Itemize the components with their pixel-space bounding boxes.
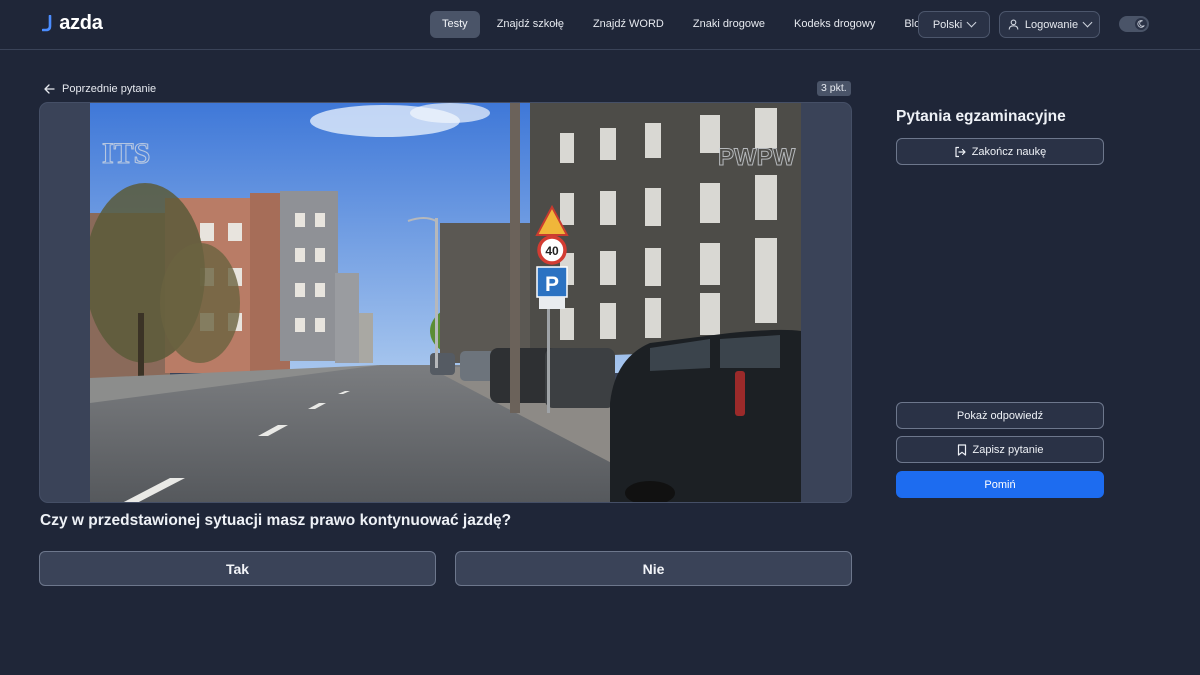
save-question-label: Zapisz pytanie xyxy=(972,443,1044,456)
its-watermark: ITS xyxy=(102,137,150,170)
question-text: Czy w przedstawionej sytuacji masz prawo… xyxy=(40,512,512,529)
nav-item-find-school[interactable]: Znajdź szkołę xyxy=(485,11,576,38)
logo-mark xyxy=(41,12,59,34)
login-label: Logowanie xyxy=(1024,18,1079,31)
nav-item-testy[interactable]: Testy xyxy=(430,11,480,38)
chevron-down-icon xyxy=(966,17,977,28)
exit-icon xyxy=(955,146,966,157)
bookmark-icon xyxy=(957,443,966,456)
previous-question-label: Poprzednie pytanie xyxy=(62,83,157,95)
language-label: Polski xyxy=(932,18,963,31)
skip-button[interactable]: Pomiń xyxy=(896,471,1104,498)
nav-item-traffic-code[interactable]: Kodeks drogowy xyxy=(782,11,887,38)
show-answer-label: Pokaż odpowiedź xyxy=(956,409,1044,422)
nav-item-find-word[interactable]: Znajdź WORD xyxy=(581,11,676,38)
end-study-button[interactable]: Zakończ naukę xyxy=(896,138,1104,165)
save-question-button[interactable]: Zapisz pytanie xyxy=(896,436,1104,463)
chevron-down-icon xyxy=(1082,17,1093,28)
end-study-label: Zakończ naukę xyxy=(971,145,1047,158)
question-media: 40 P ITS PWPW xyxy=(39,102,852,503)
main-nav: Testy Znajdź szkołę Znajdź WORD Znaki dr… xyxy=(430,11,943,38)
points-badge: 3 pkt. xyxy=(817,81,851,96)
site-logo[interactable]: jazdaazda xyxy=(41,12,103,35)
pwpw-watermark: PWPW xyxy=(718,144,796,171)
arrow-left-icon xyxy=(44,84,55,94)
parking-sign: P xyxy=(545,273,559,296)
nav-item-road-signs[interactable]: Znaki drogowe xyxy=(681,11,777,38)
login-button[interactable]: Logowanie xyxy=(999,11,1100,38)
street-scene-image: 40 P ITS PWPW xyxy=(90,103,801,502)
moon-icon xyxy=(1135,18,1147,30)
answer-yes-button[interactable]: Tak xyxy=(39,551,436,586)
user-icon xyxy=(1008,19,1019,30)
skip-label: Pomiń xyxy=(984,478,1016,491)
speed-limit-sign: 40 xyxy=(545,244,559,258)
logo-text-visible: azda xyxy=(59,12,103,34)
previous-question-link[interactable]: Poprzednie pytanie xyxy=(44,81,156,97)
top-navigation-bar: jazdaazda Testy Znajdź szkołę Znajdź WOR… xyxy=(0,0,1200,50)
theme-toggle[interactable] xyxy=(1119,16,1149,32)
show-answer-button[interactable]: Pokaż odpowiedź xyxy=(896,402,1104,429)
answer-no-button[interactable]: Nie xyxy=(455,551,852,586)
language-select[interactable]: Polski xyxy=(918,11,990,38)
panel-title: Pytania egzaminacyjne xyxy=(896,108,1066,125)
